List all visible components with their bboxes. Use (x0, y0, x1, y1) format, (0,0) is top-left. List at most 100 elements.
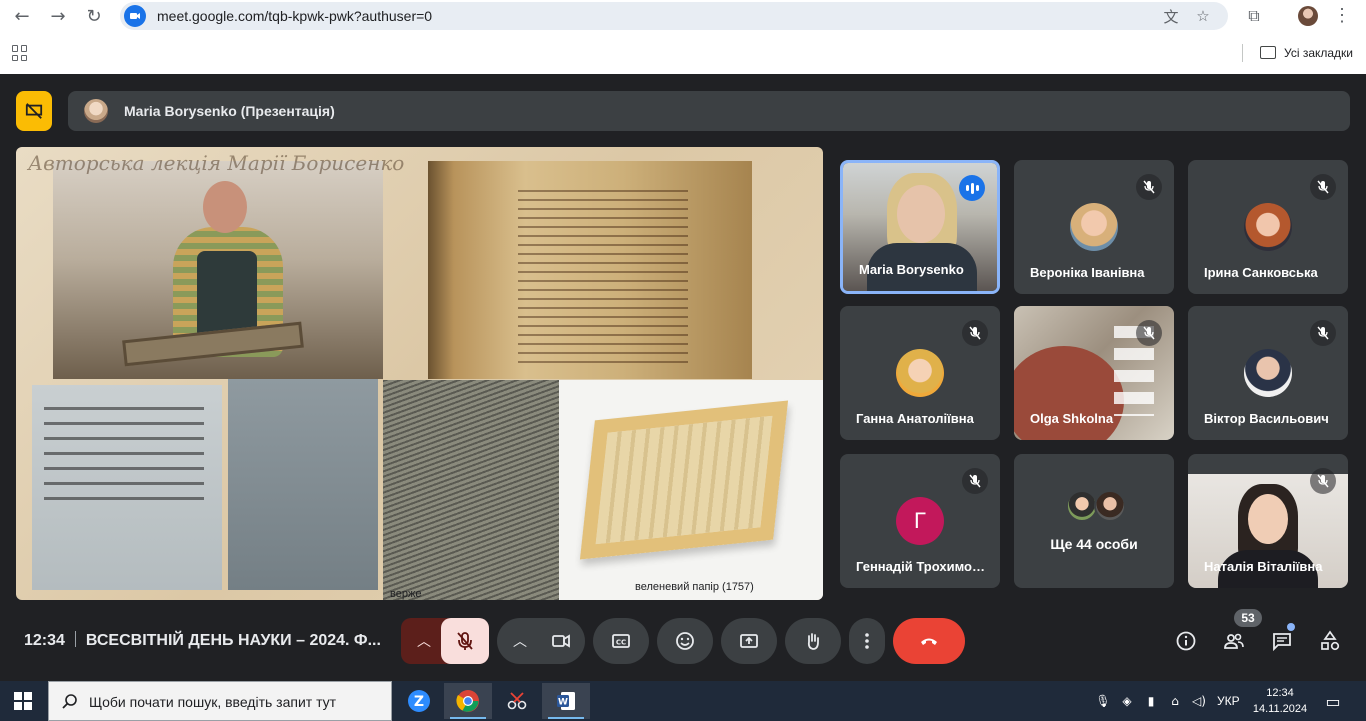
chat-button[interactable] (1268, 627, 1296, 655)
avatar (1244, 203, 1292, 251)
word-app-icon[interactable]: W (542, 683, 590, 719)
presentation-off-icon (25, 103, 43, 119)
mic-off-icon (1310, 468, 1336, 494)
bookmark-star-icon[interactable]: ☆ (1194, 7, 1212, 25)
windows-taskbar: Щоби почати пошук, введіть запит тут Z W… (0, 681, 1366, 721)
volume-icon[interactable]: ◁) (1190, 692, 1208, 710)
search-placeholder: Щоби почати пошук, введіть запит тут (89, 694, 337, 710)
translate-icon[interactable]: 文 (1162, 7, 1180, 26)
presenter-bar: Maria Borysenko (Презентація) (68, 91, 1350, 131)
end-call-icon (921, 638, 937, 645)
notifications-icon[interactable]: ▭ (1322, 692, 1344, 711)
taskbar-search-box[interactable]: Щоби почати пошук, введіть запит тут (48, 681, 392, 721)
reactions-button[interactable] (657, 618, 713, 664)
captions-button[interactable]: CC (593, 618, 649, 664)
mic-off-icon (1310, 174, 1336, 200)
emoji-icon (676, 632, 694, 650)
vellum-mould-photo (559, 380, 823, 600)
chrome-app-icon[interactable] (444, 683, 492, 719)
kebab-menu-icon[interactable]: ⋮ (1332, 5, 1352, 27)
meet-site-icon[interactable] (124, 5, 146, 27)
stop-presenting-button[interactable] (16, 91, 52, 131)
apps-grid-icon[interactable] (12, 45, 28, 61)
mic-options-chevron-icon[interactable]: ︿ (417, 631, 431, 651)
participant-name: Olga Shkolna (1030, 411, 1114, 426)
forward-icon[interactable]: → (46, 4, 70, 28)
presenter-avatar (84, 99, 108, 123)
present-now-button[interactable] (721, 618, 777, 664)
others-tile[interactable]: Ще 44 особи (1014, 454, 1174, 588)
raise-hand-button[interactable] (785, 618, 841, 664)
address-bar[interactable]: meet.google.com/tqb-kpwk-pwk?authuser=0 … (120, 2, 1228, 30)
svg-text:CC: CC (616, 639, 626, 647)
caption-vellum: веленевий папір (1757) (635, 581, 754, 593)
windows-start-icon[interactable] (14, 692, 32, 710)
participant-name: Maria Borysenko (859, 262, 964, 277)
speaking-indicator-icon (959, 175, 985, 201)
meeting-title[interactable]: ВСЕСВІТНІЙ ДЕНЬ НАУКИ – 2024. Ф... (86, 632, 381, 649)
people-button[interactable] (1220, 627, 1248, 655)
camera-options-chevron-icon[interactable]: ︿ (513, 631, 527, 651)
participant-name: Геннадій Трохимович (856, 559, 988, 574)
bookmarks-divider (1242, 44, 1243, 62)
participant-tile-maria[interactable]: Maria Borysenko (840, 160, 1000, 294)
participant-name: Наталія Віталіївна (1204, 559, 1323, 574)
people-count-badge: 53 (1234, 609, 1262, 627)
mic-toggle-button[interactable] (441, 618, 489, 664)
avatar (1070, 203, 1118, 251)
mic-off-icon (1136, 174, 1162, 200)
camera-icon (552, 634, 570, 648)
participant-tile-veronika[interactable]: Вероніка Іванівна (1014, 160, 1174, 294)
info-icon (1176, 631, 1196, 651)
participant-tile-iryna[interactable]: Ірина Санковська (1188, 160, 1348, 294)
participant-tile-nataliia[interactable]: Наталія Віталіївна (1188, 454, 1348, 588)
url-text[interactable]: meet.google.com/tqb-kpwk-pwk?authuser=0 (157, 8, 432, 24)
search-icon (62, 694, 77, 709)
zoom-app-icon[interactable]: Z (395, 683, 443, 719)
avatar (1244, 349, 1292, 397)
taskbar-clock[interactable]: 12:34 14.11.2024 (1252, 685, 1308, 717)
leave-call-button[interactable] (893, 618, 965, 664)
meeting-info: 12:34 ВСЕСВІТНІЙ ДЕНЬ НАУКИ – 2024. Ф... (24, 631, 381, 650)
folder-icon[interactable] (1260, 46, 1276, 59)
mic-off-icon (1136, 320, 1162, 346)
browser-chrome: ← → ↻ meet.google.com/tqb-kpwk-pwk?authu… (0, 0, 1366, 74)
microphone-tray-icon[interactable]: 🎙 (1094, 692, 1112, 710)
meeting-details-button[interactable] (1172, 627, 1200, 655)
participant-name: Ірина Санковська (1204, 265, 1318, 280)
video-face (897, 185, 945, 243)
caption-verge: верже (390, 588, 422, 600)
all-bookmarks-label[interactable]: Усі закладки (1284, 46, 1353, 60)
network-icon[interactable]: ⌂ (1166, 692, 1184, 710)
present-screen-icon (740, 634, 758, 648)
participant-tile-hennadii[interactable]: Г Геннадій Трохимович (840, 454, 1000, 588)
others-count-label: Ще 44 особи (1050, 536, 1138, 552)
reload-icon[interactable]: ↻ (82, 4, 106, 28)
participant-tile-hanna[interactable]: Ганна Анатоліївна (840, 306, 1000, 440)
mic-control-group: ︿ (401, 618, 489, 664)
chat-notification-dot (1287, 623, 1295, 631)
participant-tile-olga[interactable]: Olga Shkolna (1014, 306, 1174, 440)
papermaker-photo (53, 161, 383, 379)
more-vert-icon (865, 633, 869, 649)
language-indicator[interactable]: УКР (1217, 694, 1240, 708)
chat-icon (1273, 633, 1291, 652)
activities-button[interactable] (1316, 627, 1344, 655)
back-icon[interactable]: ← (10, 4, 34, 28)
slide-heading: Авторська лекція Марії Борисенко (28, 151, 405, 175)
camera-toggle-button[interactable] (537, 618, 585, 664)
camera-control-group: ︿ (497, 618, 585, 664)
snipping-tool-icon[interactable] (493, 683, 541, 719)
meet-call-area: Maria Borysenko (Презентація) Авторська … (0, 74, 1366, 681)
extensions-icon[interactable]: ⧉ (1243, 5, 1265, 27)
others-avatars (1066, 490, 1130, 522)
security-tray-icon[interactable]: ◈ (1118, 692, 1136, 710)
more-options-button[interactable] (849, 618, 885, 664)
manuscript-book-photo (428, 161, 752, 379)
battery-icon[interactable]: ▮ (1142, 692, 1160, 710)
mic-off-icon (962, 320, 988, 346)
participant-tile-viktor[interactable]: Віктор Васильович (1188, 306, 1348, 440)
avatar (1094, 490, 1126, 522)
watermark-photo (228, 379, 378, 590)
profile-avatar[interactable] (1298, 6, 1318, 26)
